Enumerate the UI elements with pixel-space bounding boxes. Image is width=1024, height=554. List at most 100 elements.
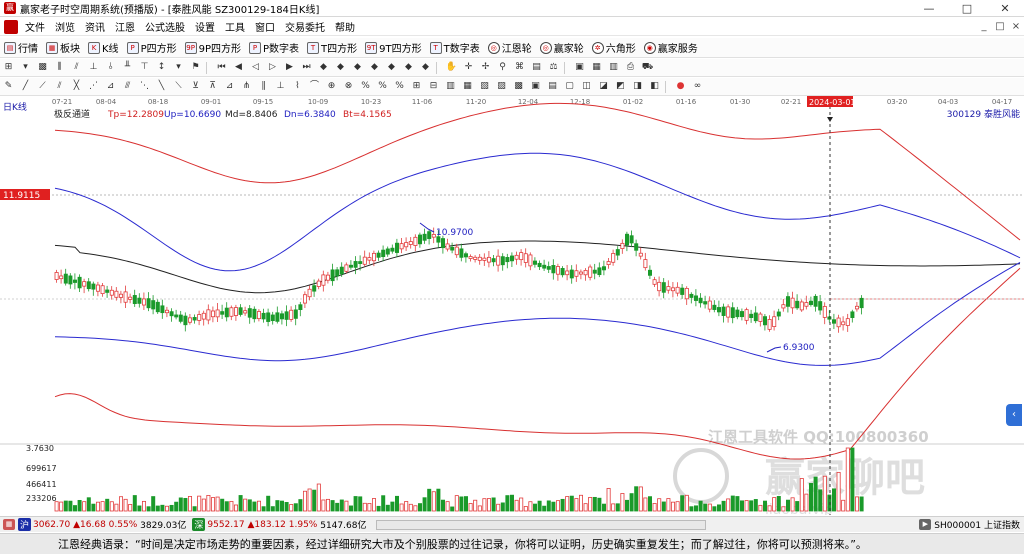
child-close-icon[interactable]: ×	[1008, 21, 1024, 32]
maximize-icon[interactable]: □	[948, 2, 986, 15]
prev-icon[interactable]: ◀	[231, 61, 246, 74]
tool-sector-button[interactable]: ▦ 板块	[42, 40, 84, 55]
child-restore-icon[interactable]: □	[992, 21, 1008, 32]
candle-icon-4[interactable]: ╨	[120, 61, 135, 74]
line-tool-icon-8[interactable]: ⋱	[137, 80, 152, 93]
tool-t-square-button[interactable]: T T四方形	[303, 40, 361, 55]
line-tool-icon-32[interactable]: ▤	[545, 80, 560, 93]
line-tool-icon-16[interactable]: ⊥	[273, 80, 288, 93]
line-tool-icon-18[interactable]: ⌒	[307, 80, 322, 93]
screen-icon[interactable]: ▣	[572, 61, 587, 74]
line-tool-icon-6[interactable]: ⊿	[103, 80, 118, 93]
diamond-icon-6[interactable]: ◆	[401, 61, 416, 74]
tool-p-square-button[interactable]: P P四方形	[123, 40, 181, 55]
line-tool-icon-21[interactable]: %	[358, 80, 373, 93]
line-tool-icon-4[interactable]: ╳	[69, 80, 84, 93]
menu-file[interactable]: 文件	[20, 19, 50, 34]
candle-icon[interactable]: ⫽	[69, 61, 84, 74]
diamond-icon[interactable]: ◆	[316, 61, 331, 74]
horizontal-scrollbar[interactable]	[376, 519, 707, 530]
line-tool-icon-9[interactable]: ╲	[154, 80, 169, 93]
diamond-icon-3[interactable]: ◆	[350, 61, 365, 74]
zoom-icon[interactable]: ⚲	[495, 61, 510, 74]
line-tool-icon-37[interactable]: ◨	[630, 80, 645, 93]
forward-icon[interactable]: ▷	[265, 61, 280, 74]
diamond-icon-2[interactable]: ◆	[333, 61, 348, 74]
pencil-icon[interactable]: ✎	[1, 80, 16, 93]
bar-chart-icon[interactable]: ⫼	[52, 61, 67, 74]
calc-icon[interactable]: ▦	[589, 61, 604, 74]
line-tool-icon-15[interactable]: ∥	[256, 80, 271, 93]
line-tool-icon-29[interactable]: ▨	[494, 80, 509, 93]
line-tool-icon-22[interactable]: %	[375, 80, 390, 93]
flag-icon[interactable]: ⚑	[188, 61, 203, 74]
line-tool-icon-10[interactable]: ⟍	[171, 80, 186, 93]
crosshair-icon[interactable]: ✛	[461, 61, 476, 74]
infinity-icon[interactable]: ∞	[690, 80, 705, 93]
line-tool-icon-23[interactable]: %	[392, 80, 407, 93]
line-tool-icon-17[interactable]: ⌇	[290, 80, 305, 93]
table-icon[interactable]: ▤	[529, 61, 544, 74]
tool-winner-wheel-button[interactable]: ◎ 赢家轮	[536, 40, 588, 55]
book-icon[interactable]: ▥	[606, 61, 621, 74]
line-tool-icon-35[interactable]: ◪	[596, 80, 611, 93]
child-minimize-icon[interactable]: _	[976, 21, 992, 32]
truck-icon[interactable]: ⛟	[640, 61, 655, 74]
line-tool-icon-2[interactable]: ⟋	[35, 80, 50, 93]
dropdown-arrow-icon[interactable]: ▾	[18, 61, 33, 74]
last-icon[interactable]: ⏭	[299, 61, 314, 74]
line-tool-icon-36[interactable]: ◩	[613, 80, 628, 93]
cursor-icon[interactable]: ⊞	[1, 61, 16, 74]
first-icon[interactable]: ⏮	[214, 61, 229, 74]
diamond-icon-7[interactable]: ◆	[418, 61, 433, 74]
menu-trade[interactable]: 交易委托	[280, 19, 330, 34]
scale-icon[interactable]: ⚖	[546, 61, 561, 74]
line-tool-icon-33[interactable]: ▢	[562, 80, 577, 93]
tool-9p-square-button[interactable]: 9P 9P四方形	[181, 40, 245, 55]
menu-gann[interactable]: 江恩	[110, 19, 140, 34]
candle-icon-6[interactable]: ↕	[154, 61, 169, 74]
candle-icon-2[interactable]: ⊥	[86, 61, 101, 74]
diamond-icon-4[interactable]: ◆	[367, 61, 382, 74]
tool-hexagon-button[interactable]: ✲ 六角形	[588, 40, 640, 55]
menu-info[interactable]: 资讯	[80, 19, 110, 34]
line-tool-icon-3[interactable]: ⫽	[52, 80, 67, 93]
current-index-selector[interactable]: ▶ SH000001 上证指数	[916, 518, 1020, 531]
line-tool-icon-19[interactable]: ⊕	[324, 80, 339, 93]
tag-icon[interactable]: ⌘	[512, 61, 527, 74]
next-icon[interactable]: ▶	[282, 61, 297, 74]
line-tool-icon-5[interactable]: ⋰	[86, 80, 101, 93]
dropdown-arrow-icon-2[interactable]: ▾	[171, 61, 186, 74]
line-tool-icon-14[interactable]: ⋔	[239, 80, 254, 93]
minimize-icon[interactable]: —	[910, 2, 948, 15]
line-tool-icon-25[interactable]: ⊟	[426, 80, 441, 93]
palette-icon[interactable]: ●	[673, 80, 688, 93]
grid-icon[interactable]: ▩	[35, 61, 50, 74]
line-tool-icon-28[interactable]: ▧	[477, 80, 492, 93]
line-tool-icon-12[interactable]: ⊼	[205, 80, 220, 93]
tool-gann-wheel-button[interactable]: ◎ 江恩轮	[484, 40, 536, 55]
menu-window[interactable]: 窗口	[250, 19, 280, 34]
tool-t-number-table-button[interactable]: T T数字表	[426, 40, 484, 55]
line-tool-icon-34[interactable]: ◫	[579, 80, 594, 93]
close-icon[interactable]: ✕	[986, 2, 1024, 15]
line-tool-icon[interactable]: ╱	[18, 80, 33, 93]
line-tool-icon-24[interactable]: ⊞	[409, 80, 424, 93]
line-tool-icon-20[interactable]: ⊗	[341, 80, 356, 93]
menu-formula[interactable]: 公式选股	[140, 19, 190, 34]
line-tool-icon-11[interactable]: ⊻	[188, 80, 203, 93]
line-tool-icon-7[interactable]: ⫻	[120, 80, 135, 93]
tool-p-number-table-button[interactable]: P P数字表	[245, 40, 303, 55]
sz-index-group[interactable]: 深 9552.17 ▲183.12 1.95% 5147.68亿	[192, 518, 366, 531]
tool-kline-button[interactable]: K K线	[84, 40, 123, 55]
menu-tools[interactable]: 工具	[220, 19, 250, 34]
line-tool-icon-31[interactable]: ▣	[528, 80, 543, 93]
candle-icon-5[interactable]: ⊤	[137, 61, 152, 74]
candle-icon-3[interactable]: ⫰	[103, 61, 118, 74]
menu-settings[interactable]: 设置	[190, 19, 220, 34]
printer-icon[interactable]: ⎙	[623, 61, 638, 74]
line-tool-icon-30[interactable]: ▩	[511, 80, 526, 93]
tool-9t-square-button[interactable]: 9T 9T四方形	[361, 40, 425, 55]
sh-index-group[interactable]: ▦ 沪 3062.70 ▲16.68 0.55% 3829.03亿	[0, 518, 186, 531]
line-tool-icon-38[interactable]: ◧	[647, 80, 662, 93]
